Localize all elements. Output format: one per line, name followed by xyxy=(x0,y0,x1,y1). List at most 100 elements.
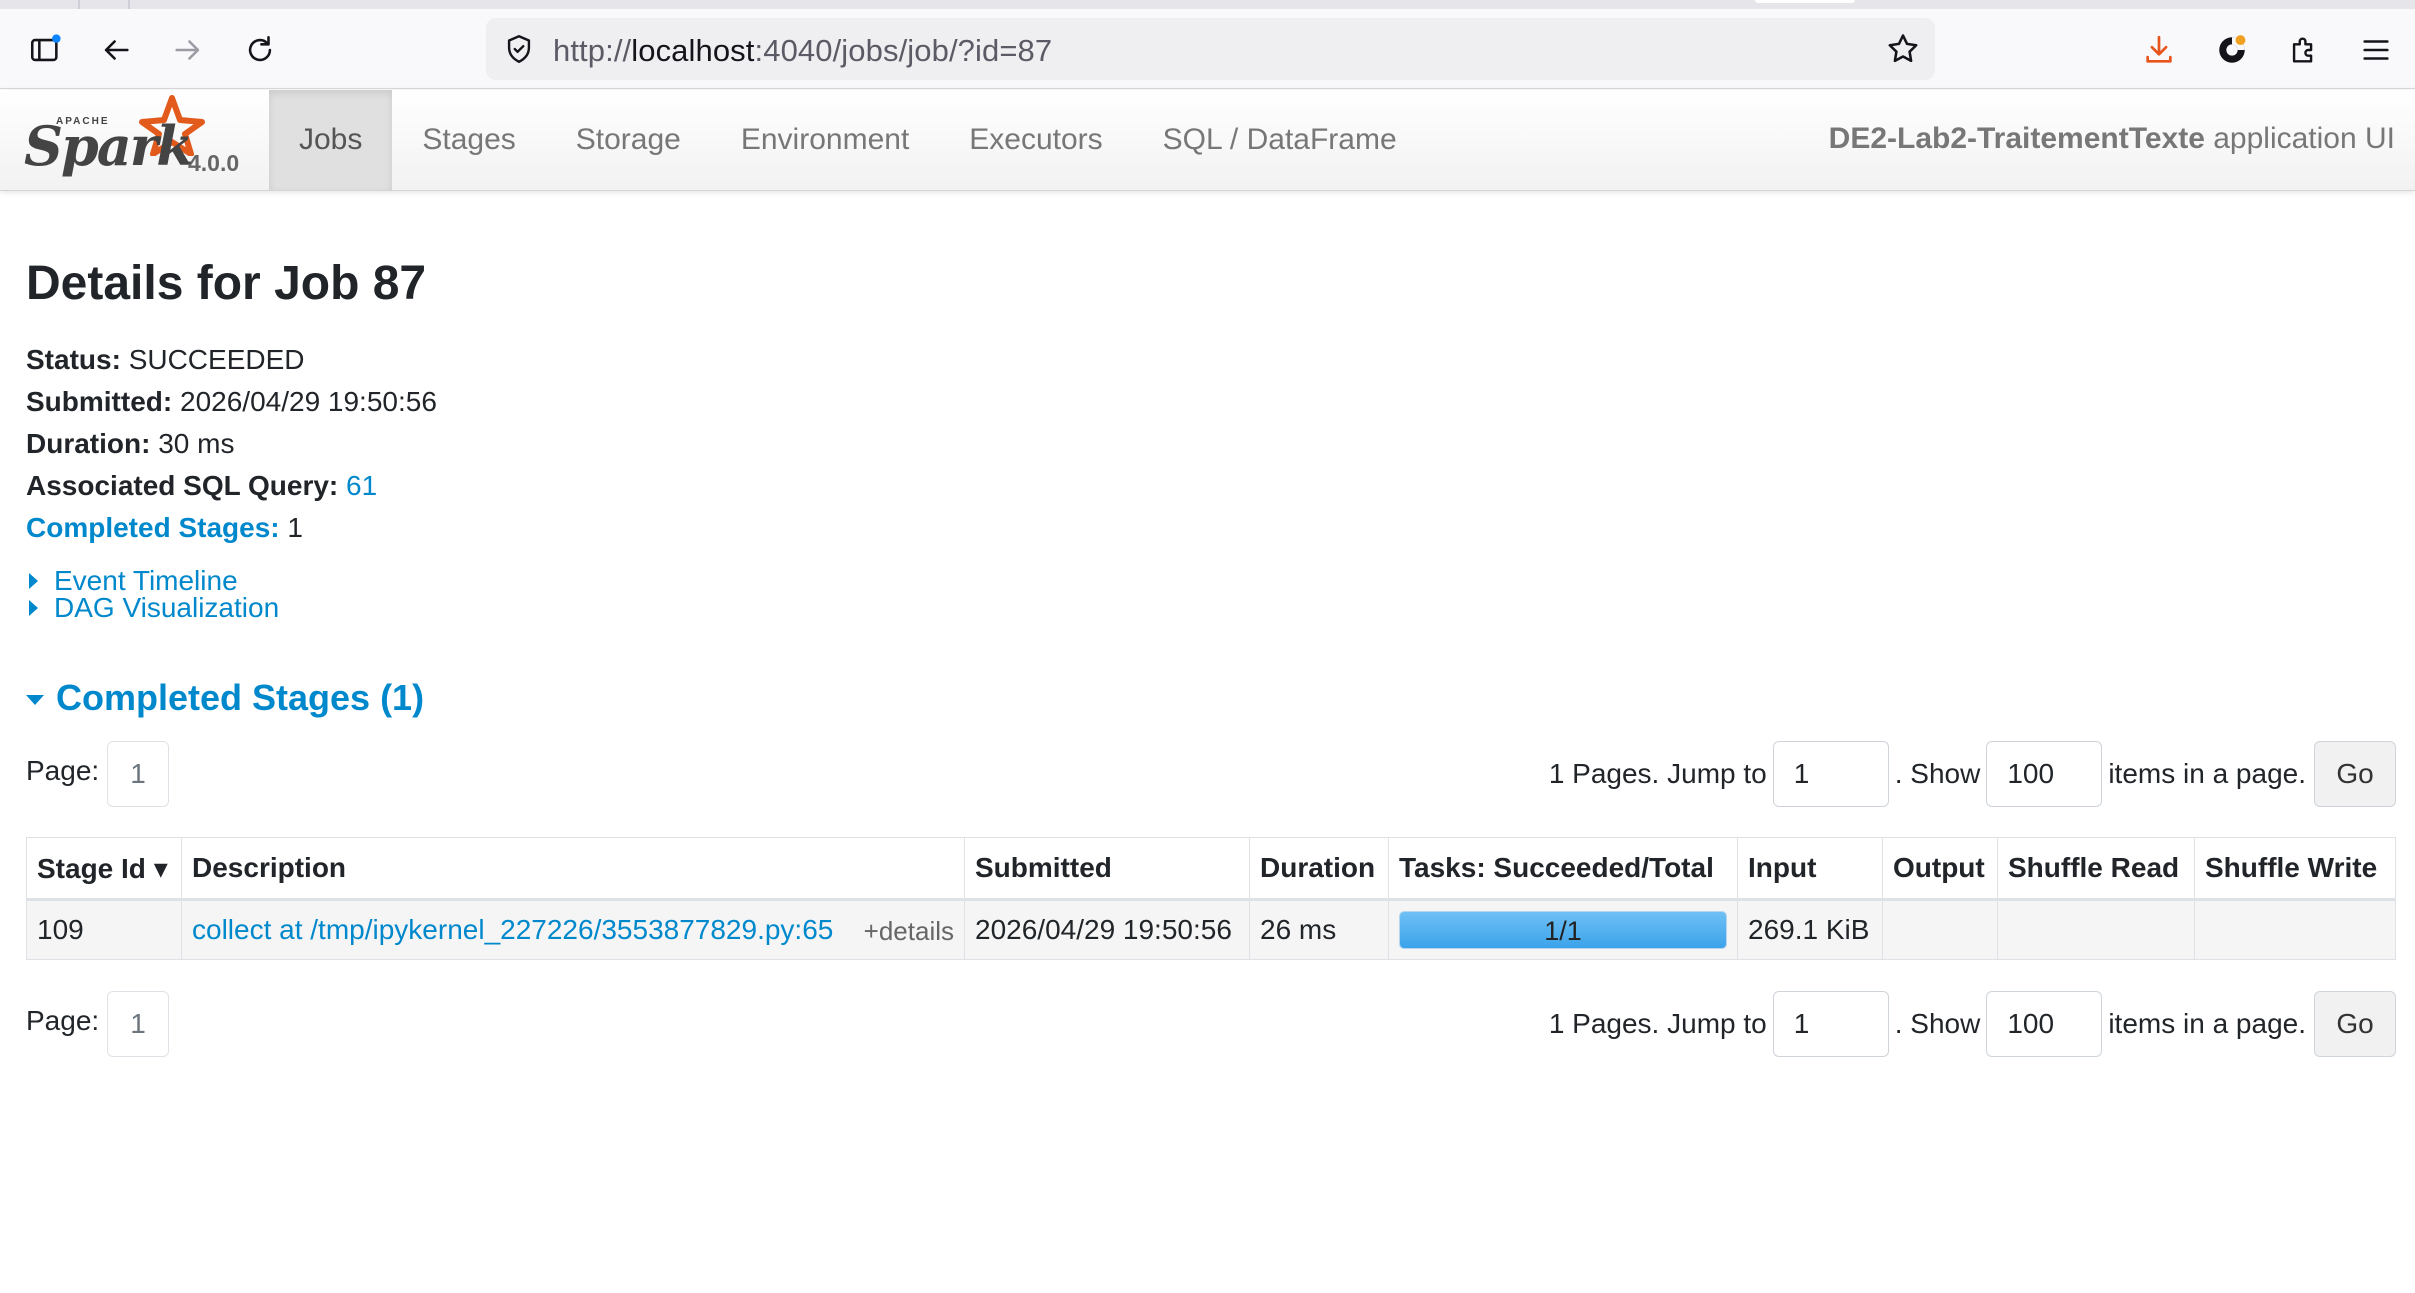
jump-to-page-input[interactable] xyxy=(1772,991,1889,1057)
items-text: items in a page. xyxy=(2108,758,2306,789)
header-shuffle-read[interactable]: Shuffle Read xyxy=(1997,837,2195,901)
job-summary: Status: SUCCEEDED Submitted: 2026/04/29 … xyxy=(26,339,437,549)
reload-button[interactable] xyxy=(239,29,281,71)
app-title: DE2-Lab2-TraitementTexte application UI xyxy=(1829,122,2395,156)
tab-stages[interactable]: Stages xyxy=(392,90,545,190)
cell-shuffle-write xyxy=(2194,899,2396,960)
duration-label: Duration: xyxy=(26,428,151,459)
page-number-link[interactable]: 1 xyxy=(107,991,169,1057)
summary-status: Status: SUCCEEDED xyxy=(26,339,437,381)
status-value: SUCCEEDED xyxy=(128,344,305,375)
account-icon xyxy=(2219,35,2246,63)
pager-controls: 1 Pages. Jump to . Show items in a page.… xyxy=(1549,741,2396,807)
header-tasks[interactable]: Tasks: Succeeded/Total xyxy=(1388,837,1738,901)
dag-visualization-label: DAG Visualization xyxy=(54,592,280,623)
completed-stages-title: Completed Stages (1) xyxy=(56,677,425,718)
page-number-link[interactable]: 1 xyxy=(107,741,169,807)
header-stage-id[interactable]: Stage Id ▾ xyxy=(26,837,182,901)
go-button[interactable]: Go xyxy=(2314,741,2396,807)
header-shuffle-write[interactable]: Shuffle Write xyxy=(2194,837,2396,901)
tab-executors[interactable]: Executors xyxy=(939,90,1132,190)
stages-table: Stage Id ▾ Description Submitted Duratio… xyxy=(26,837,2396,960)
header-duration[interactable]: Duration xyxy=(1249,837,1389,901)
pager-bottom: Page: 1 1 Pages. Jump to . Show items in… xyxy=(26,991,2396,1057)
show-text: . Show xyxy=(1894,758,1981,789)
completed-stages-value: 1 xyxy=(287,512,303,543)
page-size-input[interactable] xyxy=(1986,741,2103,807)
url-text[interactable]: http://localhost:4040/jobs/job/?id=87 xyxy=(553,33,1052,69)
cell-input: 269.1 KiB xyxy=(1737,899,1883,960)
bookmark-star-icon[interactable] xyxy=(1885,31,1921,67)
pager-controls: 1 Pages. Jump to . Show items in a page.… xyxy=(1549,991,2396,1057)
spark-logo-link[interactable]: APACHE Spark 4.0.0 xyxy=(22,94,252,186)
header-output[interactable]: Output xyxy=(1882,837,1998,901)
summary-duration: Duration: 30 ms xyxy=(26,423,437,465)
sql-query-link[interactable]: 61 xyxy=(346,470,377,501)
cell-description: collect at /tmp/ipykernel_227226/3553877… xyxy=(181,899,965,960)
triangle-right-icon xyxy=(29,573,38,589)
go-button[interactable]: Go xyxy=(2314,991,2396,1057)
sidebar-toggle-button[interactable] xyxy=(24,29,66,71)
account-button[interactable] xyxy=(2211,29,2253,71)
header-submitted[interactable]: Submitted xyxy=(964,837,1250,901)
page-label: Page: xyxy=(26,755,100,786)
page-title: Details for Job 87 xyxy=(26,257,427,310)
completed-stages-toggle[interactable]: Completed Stages (1) xyxy=(26,677,424,719)
header-description[interactable]: Description xyxy=(181,837,965,901)
page-label: Page: xyxy=(26,1005,100,1036)
show-text: . Show xyxy=(1894,1008,1981,1039)
browser-toolbar: http://localhost:4040/jobs/job/?id=87 xyxy=(0,9,2415,89)
app-name: DE2-Lab2-TraitementTexte xyxy=(1828,122,2205,155)
cell-shuffle-read xyxy=(1997,899,2195,960)
cell-tasks: 1/1 xyxy=(1388,899,1738,960)
header-input[interactable]: Input xyxy=(1737,837,1883,901)
pages-text: 1 Pages. Jump to xyxy=(1548,758,1767,789)
submitted-label: Submitted: xyxy=(26,386,173,417)
jump-to-page-input[interactable] xyxy=(1772,741,1889,807)
pages-text: 1 Pages. Jump to xyxy=(1548,1008,1767,1039)
tab-sql-dataframe[interactable]: SQL / DataFrame xyxy=(1133,90,1427,190)
stage-description-link[interactable]: collect at /tmp/ipykernel_227226/3553877… xyxy=(192,914,833,945)
tab-storage[interactable]: Storage xyxy=(546,90,711,190)
shield-icon[interactable] xyxy=(502,32,536,66)
spark-version: 4.0.0 xyxy=(188,150,240,176)
spark-nav-tabs: Jobs Stages Storage Environment Executor… xyxy=(269,90,1427,190)
page-size-input[interactable] xyxy=(1986,991,2103,1057)
url-host: localhost xyxy=(631,33,755,68)
tab-environment[interactable]: Environment xyxy=(711,90,939,190)
url-prefix: http:// xyxy=(553,33,632,68)
sidebar-icon xyxy=(30,34,61,62)
cell-duration: 26 ms xyxy=(1249,899,1389,960)
back-button[interactable] xyxy=(95,29,137,71)
triangle-right-icon xyxy=(29,600,38,616)
puzzle-icon xyxy=(2292,37,2313,63)
cell-output xyxy=(1882,899,1998,960)
extensions-button[interactable] xyxy=(2283,29,2325,71)
brand-name: Spark xyxy=(24,114,194,178)
address-bar[interactable]: http://localhost:4040/jobs/job/?id=87 xyxy=(486,18,1935,80)
summary-sql-query: Associated SQL Query: 61 xyxy=(26,465,437,507)
table-row: 109 collect at /tmp/ipykernel_227226/355… xyxy=(26,899,2396,960)
tab-jobs[interactable]: Jobs xyxy=(269,90,393,190)
triangle-down-icon xyxy=(26,695,44,705)
dag-visualization-toggle[interactable]: DAG Visualization xyxy=(26,592,279,624)
table-header-row: Stage Id ▾ Description Submitted Duratio… xyxy=(26,837,2396,901)
app-suffix: application UI xyxy=(2213,122,2395,155)
forward-button[interactable] xyxy=(167,29,209,71)
pager-top: Page: 1 1 Pages. Jump to . Show items in… xyxy=(26,741,2396,807)
menu-button[interactable] xyxy=(2355,29,2397,71)
cell-stage-id: 109 xyxy=(26,899,182,960)
browser-tab[interactable] xyxy=(1755,0,1855,3)
duration-value: 30 ms xyxy=(158,428,235,459)
browser-tab-strip xyxy=(0,0,2415,9)
tasks-label: 1/1 xyxy=(1544,916,1582,946)
downloads-button[interactable] xyxy=(2138,29,2180,71)
tab-separator xyxy=(78,0,80,9)
cell-submitted: 2026/04/29 19:50:56 xyxy=(964,899,1250,960)
summary-submitted: Submitted: 2026/04/29 19:50:56 xyxy=(26,381,437,423)
url-path: :4040/jobs/job/?id=87 xyxy=(754,33,1053,68)
arrow-right-icon xyxy=(175,40,200,60)
details-toggle[interactable]: +details xyxy=(864,916,954,947)
download-icon xyxy=(2146,35,2172,63)
completed-stages-link[interactable]: Completed Stages: xyxy=(26,512,280,543)
